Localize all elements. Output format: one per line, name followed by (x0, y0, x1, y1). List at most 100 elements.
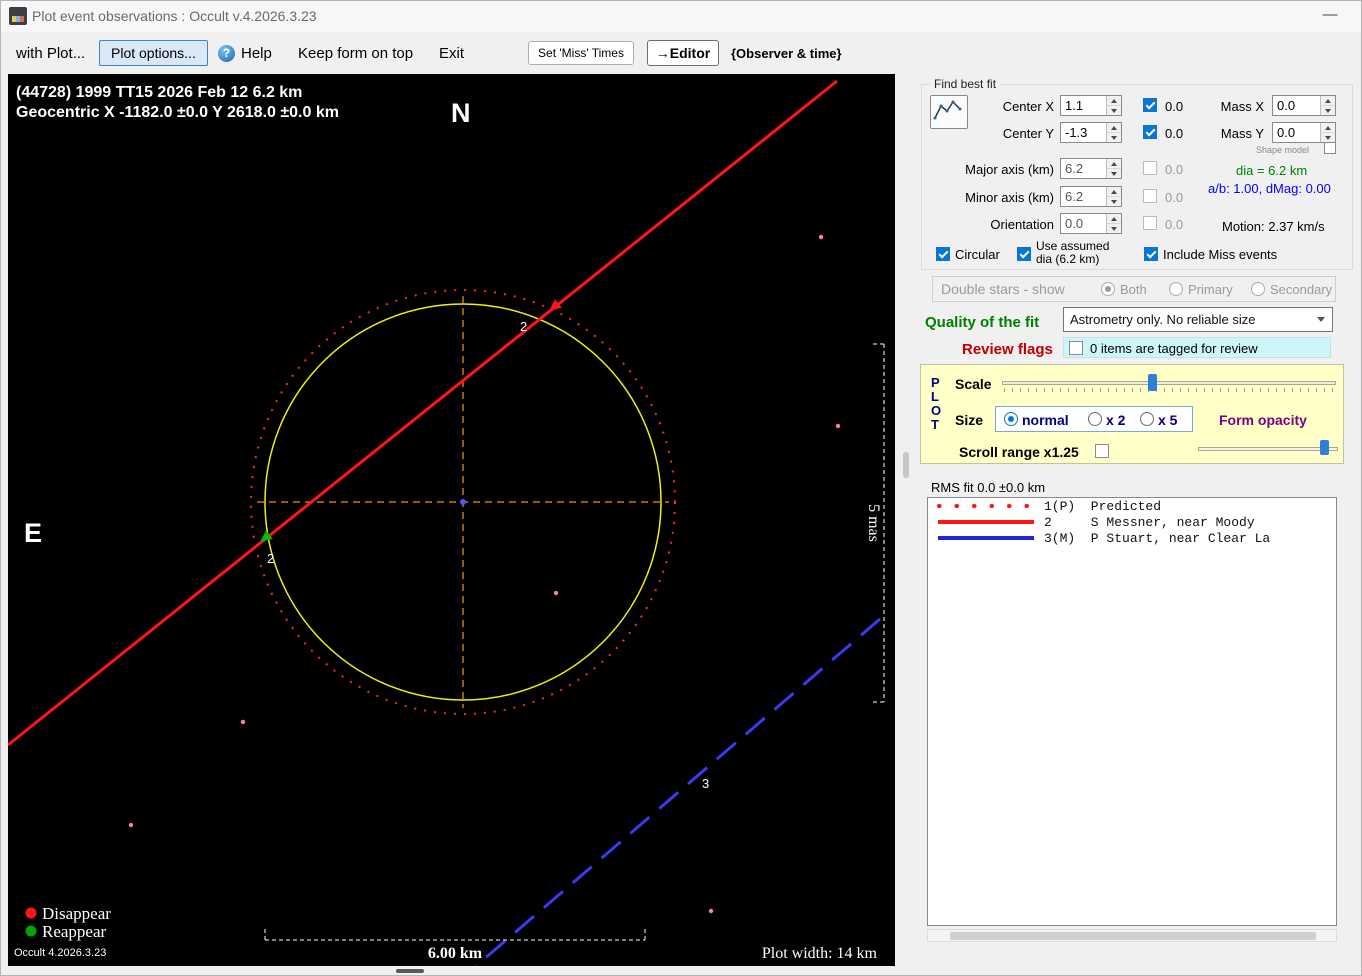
review-flags-panel: 0 items are tagged for review (1063, 337, 1331, 358)
center-y-spin-buttons[interactable] (1106, 123, 1121, 142)
opacity-slider[interactable] (1198, 439, 1338, 459)
mass-y-spin-buttons[interactable] (1320, 123, 1335, 142)
mass-x-label: Mass X (1220, 99, 1264, 114)
scroll-range-label: Scroll range x1.25 (959, 444, 1079, 460)
circular-label: Circular (955, 247, 1000, 262)
window-title: Plot event observations : Occult v.4.202… (32, 8, 317, 24)
version-label: Occult 4.2026.3.23 (14, 947, 106, 959)
chart-icon (933, 100, 962, 120)
double-stars-both-label: Both (1120, 282, 1147, 297)
scale-slider-track[interactable] (1002, 381, 1336, 385)
splitter-handle[interactable] (903, 452, 909, 478)
spin-up-icon (1111, 161, 1117, 166)
minor-axis-fit-value: 0.0 (1165, 190, 1184, 205)
observation-row[interactable]: 2 S Messner, near Moody (928, 515, 1336, 530)
orientation-fit-checkbox (1143, 216, 1157, 230)
chord-3-line[interactable] (475, 617, 881, 968)
rms-fit-label: RMS fit 0.0 ±0.0 km (931, 480, 1046, 495)
observations-hscrollbar[interactable] (927, 929, 1337, 942)
orientation-spin-buttons (1106, 214, 1121, 233)
plot-canvas[interactable]: (44728) 1999 TT15 2026 Feb 12 6.2 km Geo… (7, 74, 895, 968)
double-stars-primary-label: Primary (1188, 282, 1233, 297)
use-assumed-checkbox[interactable] (1017, 247, 1031, 261)
center-x-fit-checkbox[interactable] (1143, 98, 1157, 112)
double-stars-both-radio (1101, 282, 1115, 296)
circular-checkbox[interactable] (936, 247, 950, 261)
spin-down-icon (1111, 199, 1117, 204)
scale-slider-thumb[interactable] (1148, 374, 1157, 391)
size-x5-radio[interactable] (1140, 412, 1154, 426)
spin-up-icon (1111, 125, 1117, 130)
size-normal-label: normal (1022, 412, 1069, 428)
shape-model-checkbox[interactable] (1324, 142, 1336, 154)
size-x2-label: x 2 (1106, 412, 1126, 428)
spin-down-icon (1111, 226, 1117, 231)
chord-2-line[interactable] (7, 79, 838, 747)
spin-up-icon (1325, 98, 1331, 103)
double-stars-secondary-label: Secondary (1270, 282, 1333, 297)
menu-exit[interactable]: Exit (439, 45, 464, 62)
plot-options-button[interactable]: Plot options... (99, 40, 208, 66)
legend-disappear: Disappear (42, 904, 111, 923)
center-x-spin-buttons[interactable] (1106, 96, 1121, 115)
find-best-fit-title: Find best fit (930, 77, 1001, 91)
observer-time-label[interactable]: {Observer & time} (731, 46, 842, 61)
menu-keep-form-on-top[interactable]: Keep form on top (298, 45, 413, 62)
set-miss-times-button[interactable]: Set 'Miss' Times (528, 41, 634, 65)
plot-svg: (44728) 1999 TT15 2026 Feb 12 6.2 km Geo… (7, 79, 885, 968)
center-y-fit-checkbox[interactable] (1143, 125, 1157, 139)
opacity-slider-track[interactable] (1198, 447, 1338, 451)
observation-row[interactable]: 1(P) Predicted (928, 499, 1336, 514)
disappear-dot-icon (25, 907, 37, 919)
blue-solid-line-icon (938, 536, 1034, 540)
editor-button[interactable]: →Editor (647, 40, 719, 66)
chord-2-label: 2 (520, 319, 527, 334)
observation-row[interactable]: 3(M) P Stuart, near Clear La (928, 531, 1336, 546)
orientation-spinner: 0.0 (1060, 213, 1122, 234)
scale-slider-ticks (1004, 388, 1334, 392)
opacity-slider-thumb[interactable] (1320, 440, 1329, 455)
size-normal-radio[interactable] (1004, 412, 1018, 426)
h-scale-bracket (264, 927, 646, 941)
ab-dmag-label: a/b: 1.00, dMag: 0.00 (1208, 181, 1331, 196)
quality-label: Quality of the fit (925, 314, 1040, 331)
minimize-button[interactable]: — (1308, 0, 1352, 32)
spin-down-icon (1111, 108, 1117, 113)
size-x2-radio[interactable] (1088, 412, 1102, 426)
mass-x-spinner[interactable]: 0.0 (1272, 95, 1336, 116)
bottom-scroll-nub[interactable] (396, 969, 424, 973)
minor-axis-fit-checkbox (1143, 189, 1157, 203)
mass-y-spinner[interactable]: 0.0 (1272, 122, 1336, 143)
center-marker (460, 499, 466, 505)
spin-down-icon (1111, 171, 1117, 176)
center-y-label: Center Y (1002, 126, 1054, 141)
plot-width-label: Plot width: 14 km (762, 945, 878, 962)
center-x-spinner[interactable]: 1.1 (1060, 95, 1122, 116)
mass-x-spin-buttons[interactable] (1320, 96, 1335, 115)
observations-hscrollbar-thumb[interactable] (950, 932, 1316, 940)
review-flags-text: 0 items are tagged for review (1090, 341, 1258, 356)
use-assumed-label: Use assumed dia (6.2 km) (1036, 239, 1110, 266)
review-flags-checkbox[interactable] (1069, 341, 1083, 355)
fit-chart-button[interactable] (930, 95, 968, 129)
menu-with-plot[interactable]: with Plot... (16, 45, 85, 62)
major-axis-spinner: 6.2 (1060, 158, 1122, 179)
size-x5-label: x 5 (1158, 412, 1178, 428)
double-stars-secondary-radio (1251, 282, 1265, 296)
scroll-range-checkbox[interactable] (1095, 444, 1109, 458)
help-icon[interactable]: ? (218, 45, 235, 62)
mass-y-label: Mass Y (1220, 126, 1264, 141)
app-icon (9, 7, 27, 25)
plot-letter-o: O (931, 403, 942, 418)
major-axis-label: Major axis (km) (965, 162, 1054, 177)
spin-down-icon (1325, 108, 1331, 113)
scale-slider[interactable] (1002, 373, 1336, 395)
center-y-spinner[interactable]: -1.3 (1060, 122, 1122, 143)
observations-listbox[interactable]: 1(P) Predicted 2 S Messner, near Moody 3… (927, 497, 1337, 926)
form-opacity-label: Form opacity (1219, 412, 1307, 428)
quality-dropdown[interactable]: Astrometry only. No reliable size (1063, 307, 1333, 332)
menu-help[interactable]: Help (241, 45, 272, 62)
title-bar: Plot event observations : Occult v.4.202… (0, 0, 1362, 32)
minor-axis-spin-buttons (1106, 187, 1121, 206)
include-miss-checkbox[interactable] (1144, 247, 1158, 261)
